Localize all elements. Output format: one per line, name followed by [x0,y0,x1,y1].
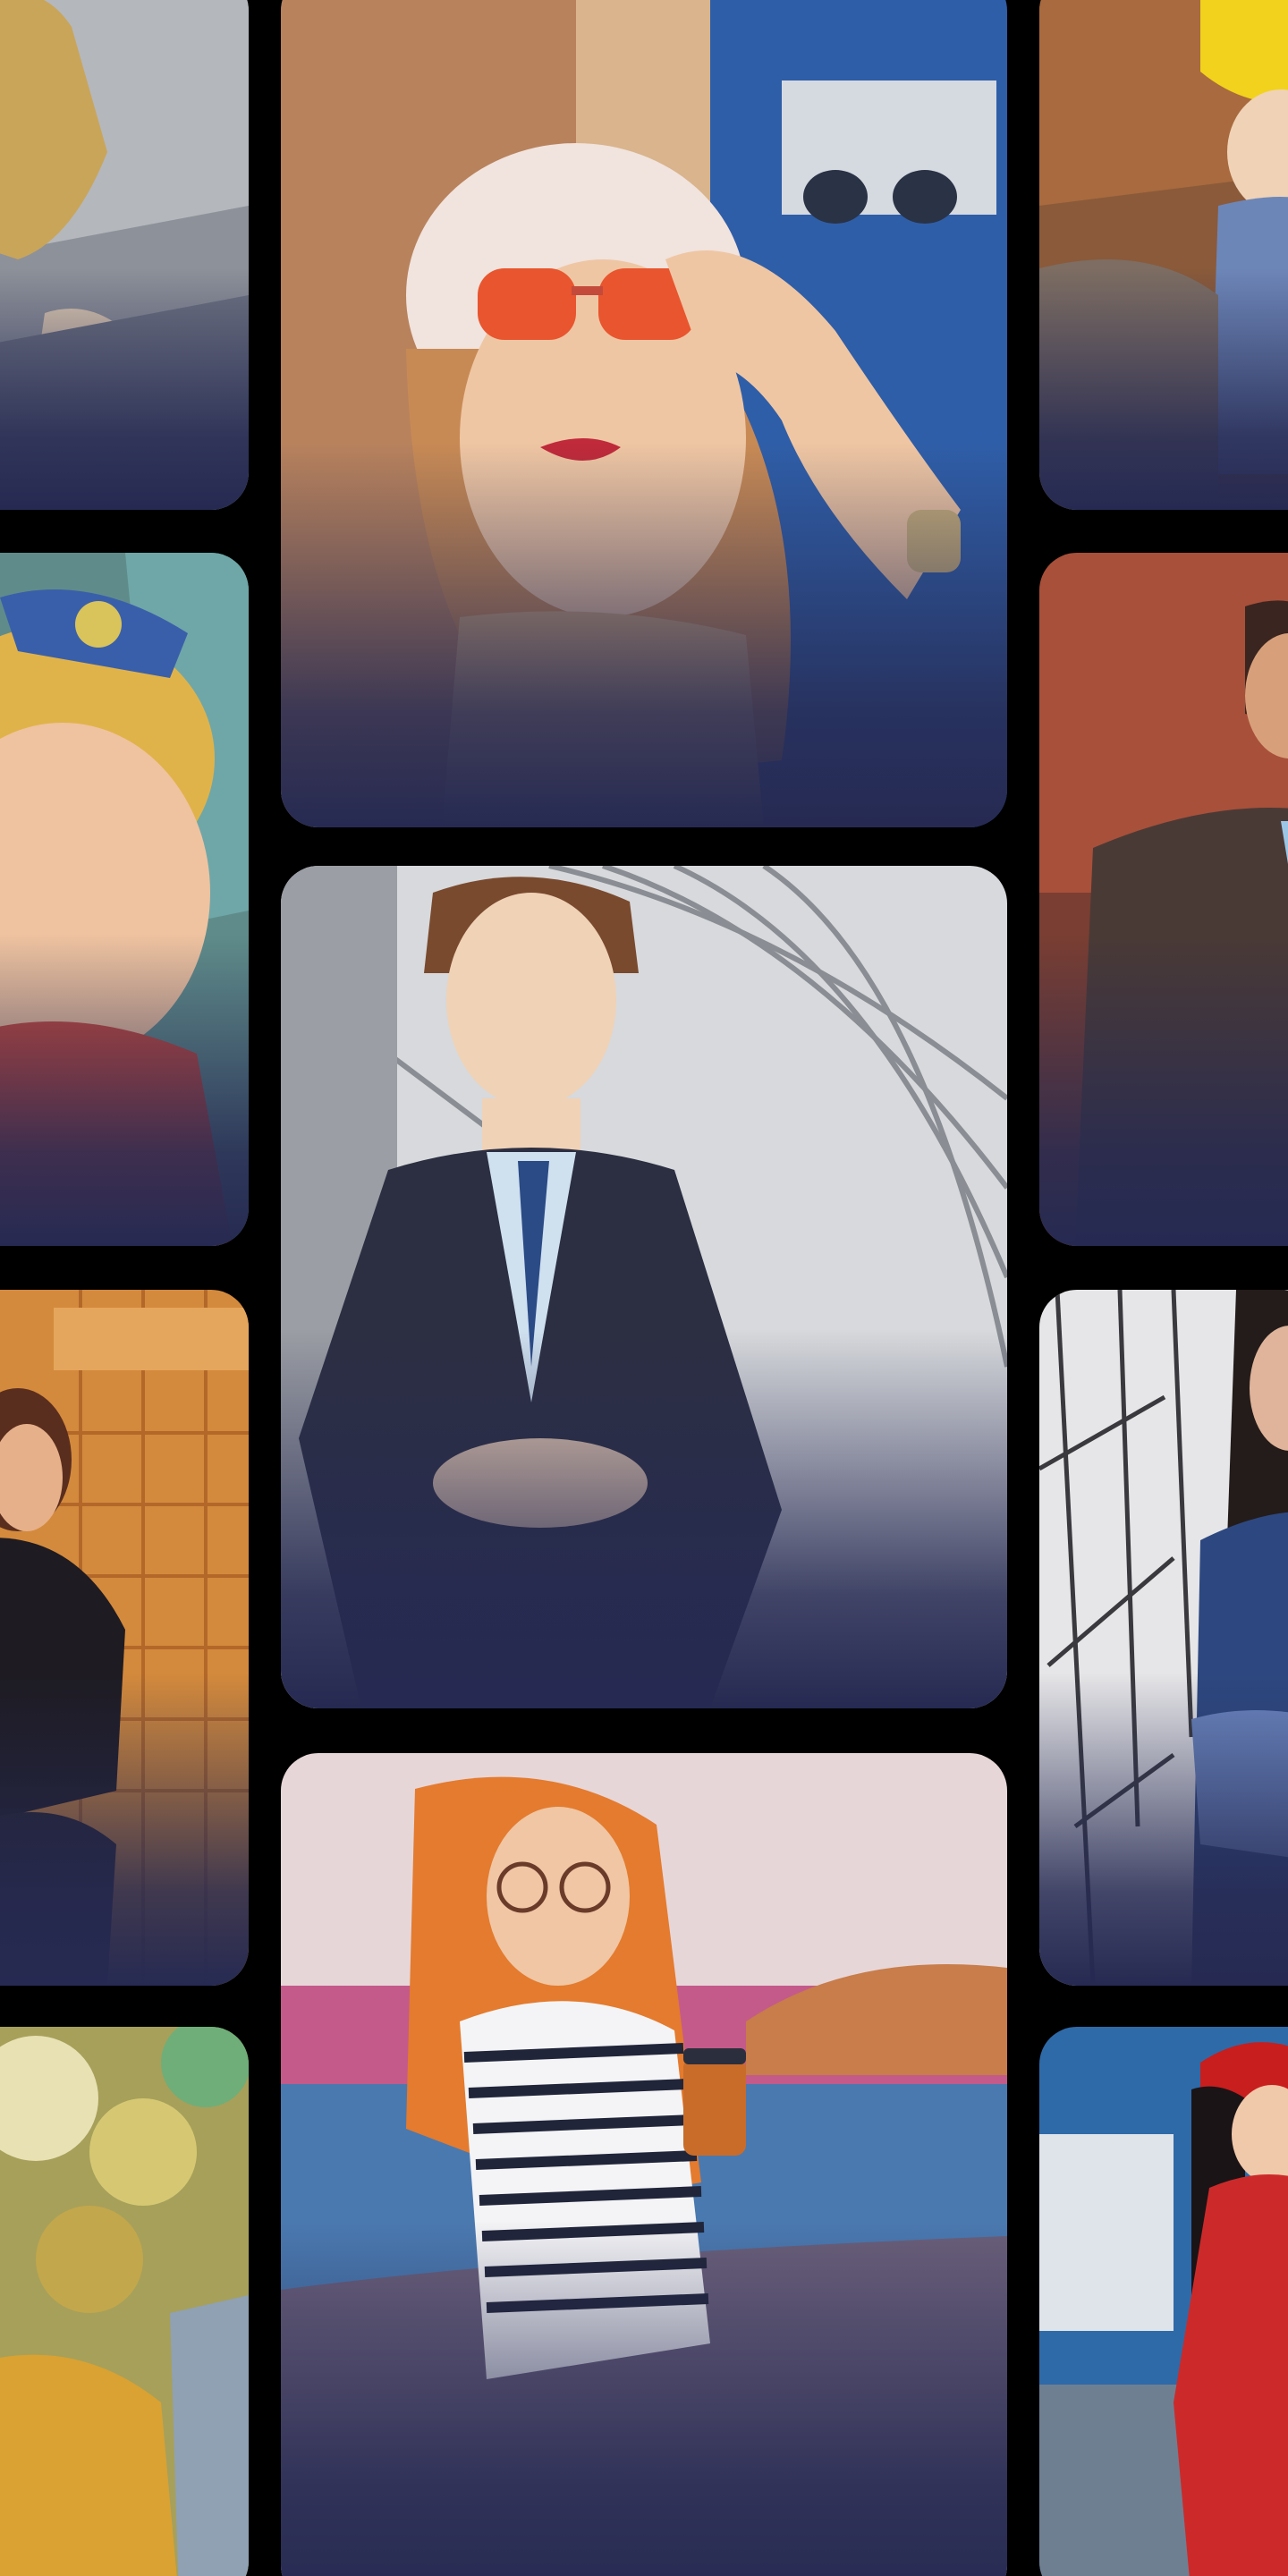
gallery-card-woman-beret[interactable] [281,0,1007,827]
gallery-card-yellow-coat[interactable] [0,2027,249,2576]
card-fade-overlay [0,1672,249,1986]
gallery-card-man-blazer[interactable] [1039,553,1288,1246]
filter-gallery [0,0,1288,2576]
gallery-card-woman-jacket[interactable] [0,1290,249,1986]
card-fade-overlay [0,934,249,1246]
gallery-card-woman-stripes[interactable] [281,1753,1007,2576]
card-fade-overlay [1039,268,1288,510]
gallery-card-toddler[interactable] [0,553,249,1246]
card-fade-overlay [1039,1672,1288,1986]
card-artwork [1039,2027,1288,2576]
gallery-card-girl-red-dress[interactable] [1039,2027,1288,2576]
gallery-card-child-sketch[interactable] [0,0,249,510]
card-fade-overlay [0,268,249,510]
card-fade-overlay [1039,934,1288,1246]
card-fade-overlay [281,1329,1007,1708]
gallery-card-man-suit[interactable] [281,866,1007,1708]
card-artwork [0,2027,249,2576]
gallery-card-bearded-man[interactable] [1039,1290,1288,1986]
gallery-card-child-yellow-hat[interactable] [1039,0,1288,510]
card-fade-overlay [281,443,1007,827]
card-fade-overlay [281,2220,1007,2576]
